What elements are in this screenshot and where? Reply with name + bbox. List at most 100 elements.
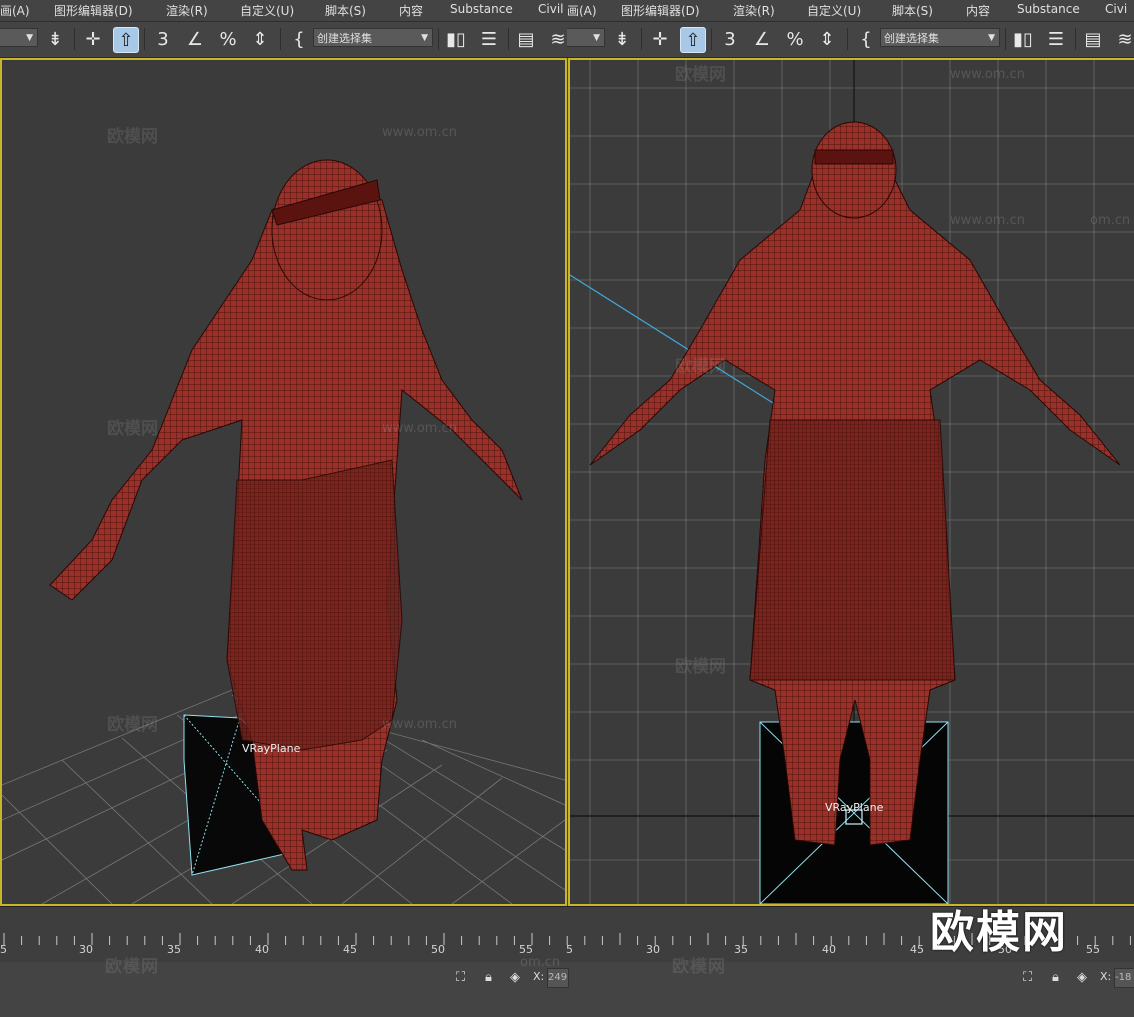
viewport-front[interactable]: 欧模网 www.om.cn 欧模网 www.om.cn 欧模网 om.cn VR… <box>568 58 1134 906</box>
chevron-down-icon: ▼ <box>26 33 33 43</box>
mirror-icon[interactable]: ▮▯ <box>443 26 469 52</box>
toolbar-separator <box>1075 28 1076 50</box>
watermark-text: 欧模网 <box>675 64 726 85</box>
scene-explorer-icon[interactable]: ▤ <box>513 26 539 52</box>
toolbar-separator <box>711 28 712 50</box>
menu-bar-left: 画(A) 图形编辑器(D) 渲染(R) 自定义(U) 脚本(S) 内容 Subs… <box>0 0 567 21</box>
lock-icon[interactable]: 🔒︎ <box>485 970 492 985</box>
move-icon[interactable]: ✛ <box>80 26 106 52</box>
watermark-text: 欧模网 <box>107 418 158 439</box>
menu-customize[interactable]: 自定义(U) <box>240 2 294 19</box>
x-coord-label: X: <box>533 970 545 983</box>
toolbar-separator <box>438 28 439 50</box>
watermark-url: www.om.cn <box>950 67 1025 82</box>
knight-model <box>49 159 523 871</box>
chevron-down-icon: ▼ <box>988 33 995 43</box>
select-and-link-icon[interactable]: ⇟ <box>609 26 635 52</box>
toolbar-right: ▼ ⇟ ✛ ⇧ 3 ∠ % ⇕ { 创建选择集 ▼ ▮▯ ☰ ▤ ≋ <box>567 22 1134 57</box>
menu-civil[interactable]: Civil <box>538 2 563 16</box>
percent-snap-icon[interactable]: % <box>215 26 241 52</box>
spinner-snap-icon[interactable]: ⇕ <box>247 26 273 52</box>
scene-explorer-icon[interactable]: ▤ <box>1080 26 1106 52</box>
watermark-text: 欧模网 <box>107 126 158 147</box>
percent-snap-icon[interactable]: % <box>782 26 808 52</box>
frame-tick-label: 50 <box>431 943 445 956</box>
toolbar-separator <box>144 28 145 50</box>
named-selection-dropdown[interactable]: 创建选择集 ▼ <box>313 28 433 47</box>
frame-tick-label: 45 <box>343 943 357 956</box>
mirror-icon[interactable]: ▮▯ <box>1010 26 1036 52</box>
watermark-url: www.om.cn <box>950 213 1025 228</box>
menu-animation[interactable]: 画(A) <box>567 2 597 19</box>
move-icon[interactable]: ✛ <box>647 26 673 52</box>
front-scene: 欧模网 www.om.cn 欧模网 www.om.cn 欧模网 om.cn <box>570 60 1134 904</box>
menu-content[interactable]: 内容 <box>966 2 990 19</box>
align-icon[interactable]: ☰ <box>1043 26 1069 52</box>
menu-bar: 画(A) 图形编辑器(D) 渲染(R) 自定义(U) 脚本(S) 内容 Subs… <box>0 0 1134 22</box>
snap-toggle-icon[interactable]: 3 <box>150 26 176 52</box>
selection-filter-dropdown[interactable]: ▼ <box>567 28 605 47</box>
toolbar-separator <box>508 28 509 50</box>
named-selection-dropdown[interactable]: 创建选择集 ▼ <box>880 28 1000 47</box>
edit-named-selection-icon[interactable]: { <box>286 26 312 52</box>
x-coord-field[interactable]: 249 <box>547 968 569 988</box>
frame-tick-label: 55 <box>519 943 533 956</box>
x-coord-label: X: <box>1100 970 1112 983</box>
frame-tick-label: 35 <box>734 943 748 956</box>
chevron-down-icon: ▼ <box>593 33 600 43</box>
angle-snap-icon[interactable]: ∠ <box>182 26 208 52</box>
viewport-perspective[interactable]: 欧模网 www.om.cn 欧模网 www.om.cn 欧模网 www.om.c… <box>0 58 567 906</box>
snap-toggle-icon[interactable]: 3 <box>717 26 743 52</box>
menu-civil[interactable]: Civi <box>1105 2 1127 16</box>
watermark-text: 欧模网 <box>675 356 726 377</box>
frame-tick-label: 40 <box>822 943 836 956</box>
frame-tick-label: 45 <box>910 943 924 956</box>
vray-plane-label: VRayPlane <box>242 742 301 755</box>
menu-substance[interactable]: Substance <box>450 2 513 16</box>
toolbar-separator <box>847 28 848 50</box>
menu-rendering[interactable]: 渲染(R) <box>733 2 775 19</box>
watermark-url: www.om.cn <box>382 717 457 732</box>
lock-icon[interactable]: 🔒︎ <box>1052 970 1059 985</box>
frame-tick-label: 55 <box>1086 943 1100 956</box>
menu-customize[interactable]: 自定义(U) <box>807 2 861 19</box>
isolate-selection-icon[interactable]: ⛶ <box>1023 970 1032 985</box>
toolbar-separator <box>1005 28 1006 50</box>
named-selection-placeholder: 创建选择集 <box>884 32 939 45</box>
menu-graph-editors[interactable]: 图形编辑器(D) <box>54 2 133 19</box>
frame-tick-label: 5 <box>566 943 573 956</box>
menu-animation[interactable]: 画(A) <box>0 2 30 19</box>
align-icon[interactable]: ☰ <box>476 26 502 52</box>
toolbar-left: ▼ ⇟ ✛ ⇧ 3 ∠ % ⇕ { 创建选择集 ▼ ▮▯ ☰ ▤ ≋ <box>0 22 567 57</box>
watermark-url: om.cn <box>1090 213 1130 228</box>
chevron-down-icon: ▼ <box>421 33 428 43</box>
select-and-link-icon[interactable]: ⇟ <box>42 26 68 52</box>
menu-scripting[interactable]: 脚本(S) <box>892 2 933 19</box>
frame-tick-label: 35 <box>167 943 181 956</box>
vray-plane-label: VRayPlane <box>825 801 884 814</box>
menu-graph-editors[interactable]: 图形编辑器(D) <box>621 2 700 19</box>
toolbar-separator <box>280 28 281 50</box>
edit-named-selection-icon[interactable]: { <box>853 26 879 52</box>
brand-logo: 欧模网 <box>930 907 1068 958</box>
menu-content[interactable]: 内容 <box>399 2 423 19</box>
spinner-snap-icon[interactable]: ⇕ <box>814 26 840 52</box>
select-object-icon[interactable]: ⇧ <box>113 27 139 53</box>
frame-tick-label: 30 <box>646 943 660 956</box>
menu-bar-right: 画(A) 图形编辑器(D) 渲染(R) 自定义(U) 脚本(S) 内容 Subs… <box>567 0 1134 21</box>
select-object-icon[interactable]: ⇧ <box>680 27 706 53</box>
x-coord-field[interactable]: -18 <box>1114 968 1134 988</box>
selection-filter-dropdown[interactable]: ▼ <box>0 28 38 47</box>
watermark-text: 欧模网 <box>107 714 158 735</box>
menu-scripting[interactable]: 脚本(S) <box>325 2 366 19</box>
menu-substance[interactable]: Substance <box>1017 2 1080 16</box>
absolute-mode-icon[interactable]: ◈ <box>1077 970 1087 985</box>
layer-explorer-icon[interactable]: ≋ <box>1112 26 1134 52</box>
frame-tick-label: 40 <box>255 943 269 956</box>
absolute-mode-icon[interactable]: ◈ <box>510 970 520 985</box>
watermark-url: www.om.cn <box>382 125 457 140</box>
isolate-selection-icon[interactable]: ⛶ <box>456 970 465 985</box>
angle-snap-icon[interactable]: ∠ <box>749 26 775 52</box>
menu-rendering[interactable]: 渲染(R) <box>166 2 208 19</box>
frame-tick-label: 5 <box>0 943 7 956</box>
